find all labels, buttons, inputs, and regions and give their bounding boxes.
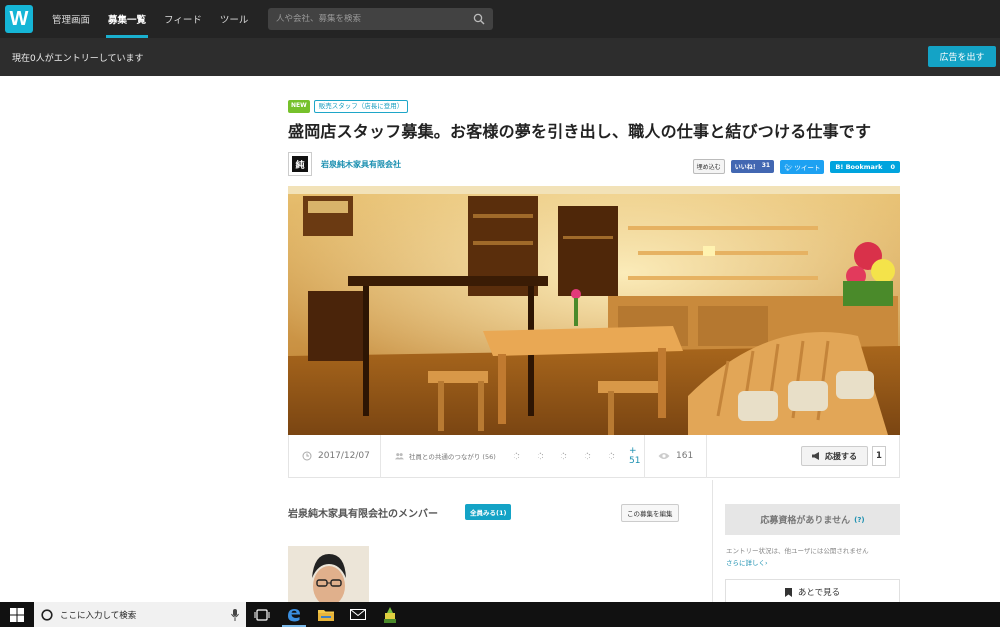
start-button[interactable]: [0, 602, 34, 627]
task-view-icon: [254, 608, 270, 621]
view-count: 161: [645, 434, 707, 478]
posted-date-text: 2017/12/07: [318, 451, 370, 461]
apply-note-text: エントリー状況は、他ユーザには公開されません: [726, 547, 869, 555]
loading-spinner-icon: [585, 452, 591, 460]
posted-date: 2017/12/07: [289, 434, 381, 478]
job-tags: NEW 販売スタッフ（店長に登用）: [288, 100, 409, 113]
app-icon: [384, 606, 396, 623]
new-badge: NEW: [288, 100, 310, 113]
loading-spinner-icon: [561, 452, 567, 460]
nav-link-feed[interactable]: フィード: [155, 0, 211, 38]
like-label: いいね！: [734, 164, 759, 171]
search-box[interactable]: [268, 8, 493, 30]
search-input[interactable]: [276, 14, 473, 24]
support-count: 1: [872, 446, 886, 466]
support-button[interactable]: 応援する: [801, 446, 868, 466]
bookmark-icon: [784, 587, 792, 597]
support-label: 応援する: [825, 451, 857, 461]
taskbar-edge[interactable]: [278, 602, 310, 627]
job-meta-row: 2017/12/07 社員との共通のつながり (56) + 51 161 応援す…: [288, 434, 900, 478]
taskbar-explorer[interactable]: [310, 602, 342, 627]
eye-icon: [658, 453, 670, 459]
like-count: 31: [761, 162, 771, 169]
top-nav: W 管理画面 募集一覧 フィード ツール: [0, 0, 1000, 38]
tweet-label: ツイート: [794, 163, 821, 172]
windows-logo-icon: [10, 607, 24, 622]
clock-icon: [302, 451, 312, 461]
entry-status-bar: 現在0人がエントリーしています 広告を出す: [0, 38, 1000, 76]
windows-taskbar: ここに入力して検索: [0, 602, 1000, 627]
cortana-icon: [41, 608, 53, 621]
nav-link-jobs[interactable]: 募集一覧: [99, 0, 155, 38]
bookmark-count: 0: [890, 162, 895, 171]
edit-job-button[interactable]: この募集を編集: [621, 504, 679, 522]
apply-note-link[interactable]: さらに詳しく›: [726, 557, 869, 569]
taskbar-app[interactable]: [374, 602, 406, 627]
company-logo-glyph: 純: [292, 156, 308, 172]
hero-image-showroom: [288, 186, 900, 435]
nav-links: 管理画面 募集一覧 フィード ツール: [43, 0, 257, 38]
apply-note: エントリー状況は、他ユーザには公開されません さらに詳しく›: [726, 545, 869, 569]
column-divider: [712, 480, 713, 602]
company-row: 純 岩泉純木家具有限会社 埋め込む いいね！ 31 🐦︎ ツイート B! Boo…: [288, 152, 900, 176]
taskbar-search[interactable]: ここに入力して検索: [34, 602, 246, 627]
members-title: 岩泉純木家具有限会社のメンバー: [288, 509, 438, 520]
bookmark-label: B! Bookmark: [835, 162, 883, 171]
search-icon[interactable]: [473, 13, 485, 25]
taskbar-search-text: ここに入力して検索: [60, 610, 137, 621]
hatena-bookmark-button[interactable]: B! Bookmark 0: [830, 160, 900, 173]
folder-icon: [318, 610, 334, 621]
view-count-text: 161: [676, 451, 694, 461]
nav-link-admin[interactable]: 管理画面: [43, 0, 99, 38]
view-all-members-button[interactable]: 全員みる(1): [465, 504, 512, 520]
twitter-bird-icon: 🐦︎: [784, 163, 795, 172]
connections-label: 社員との共通のつながり (56): [408, 453, 496, 461]
post-ad-button[interactable]: 広告を出す: [928, 46, 996, 67]
loading-spinner-icon: [537, 452, 543, 460]
member-photo[interactable]: [288, 546, 369, 603]
task-view-button[interactable]: [246, 602, 278, 627]
company-name-link[interactable]: 岩泉純木家具有限会社: [321, 159, 401, 170]
people-icon: [395, 453, 404, 460]
taskbar-mail[interactable]: [342, 602, 374, 627]
company-logo[interactable]: 純: [288, 152, 312, 176]
save-for-later-label: あとで見る: [797, 588, 841, 598]
entry-count-text: 現在0人がエントリーしています: [12, 53, 144, 64]
connections[interactable]: 社員との共通のつながり (56) + 51: [381, 434, 645, 478]
job-title: 盛岡店スタッフ募集。お客様の夢を引き出し、職人の仕事と結びつける仕事です: [288, 122, 872, 141]
category-tag[interactable]: 販売スタッフ（店長に登用）: [313, 100, 409, 113]
embed-button[interactable]: 埋め込む: [692, 159, 725, 174]
facebook-like-button[interactable]: いいね！ 31: [730, 160, 775, 173]
mail-icon: [350, 609, 366, 620]
microphone-icon[interactable]: [231, 608, 239, 621]
edge-browser-icon: [288, 608, 300, 621]
apply-status-box: 応募資格がありません (?): [725, 504, 900, 535]
support-area: 応援する 1: [707, 435, 899, 478]
apply-status-text: 応募資格がありません: [760, 516, 851, 526]
megaphone-icon: [812, 452, 819, 460]
loading-spinner-icon: [513, 452, 519, 460]
connections-more[interactable]: + 51: [629, 446, 644, 466]
social-buttons: 埋め込む いいね！ 31 🐦︎ ツイート B! Bookmark 0: [692, 159, 900, 174]
tweet-button[interactable]: 🐦︎ ツイート: [780, 159, 825, 174]
nav-link-tools[interactable]: ツール: [211, 0, 258, 38]
apply-help-link[interactable]: (?): [854, 516, 864, 524]
loading-spinner-icon: [609, 452, 615, 460]
wantedly-logo[interactable]: W: [5, 5, 33, 33]
